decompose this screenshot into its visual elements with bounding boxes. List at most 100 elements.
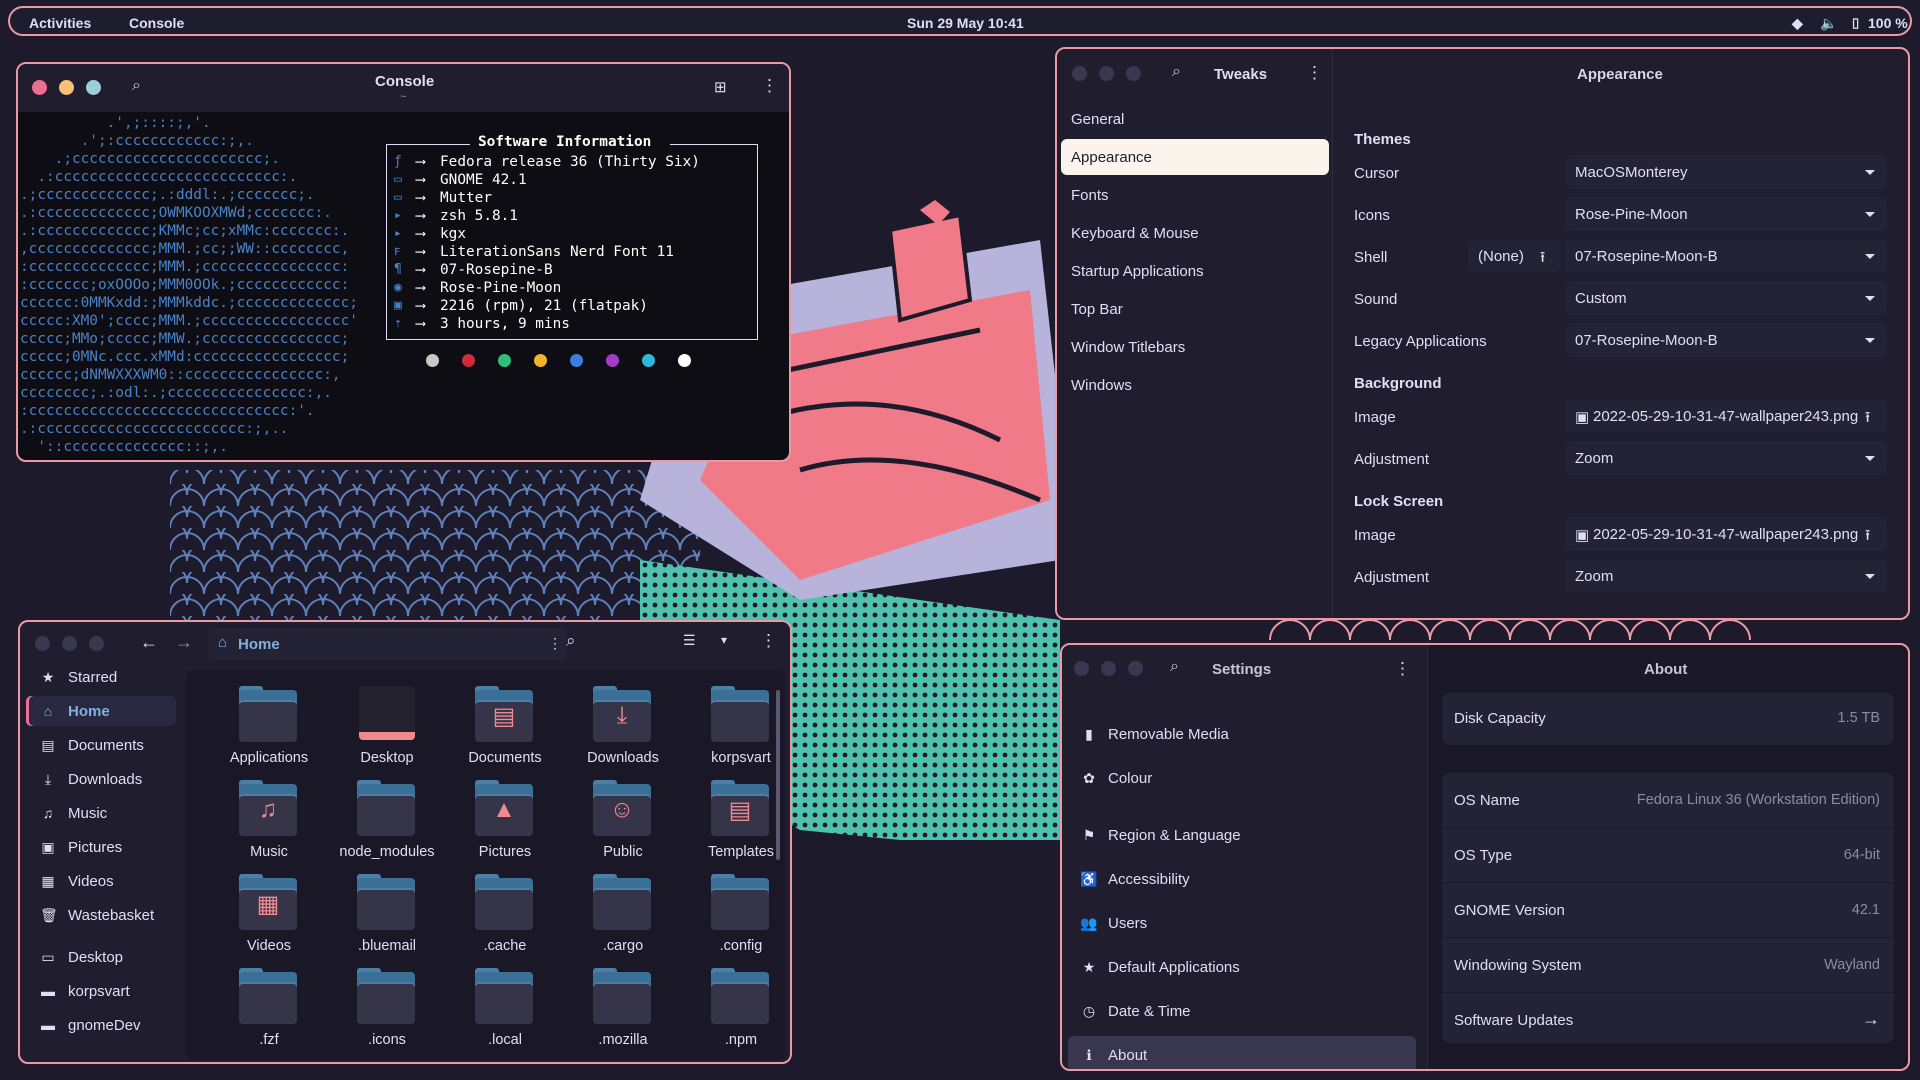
location-bar[interactable]: ⌂ Home ⋮ bbox=[208, 628, 566, 660]
tweaks-nav-fonts[interactable]: Fonts bbox=[1061, 177, 1329, 213]
file-item[interactable]: ▤ Templates bbox=[682, 776, 790, 866]
close-button[interactable] bbox=[32, 80, 47, 95]
file-item[interactable]: .mozilla bbox=[564, 964, 674, 1054]
file-item[interactable]: ⤓ Downloads bbox=[564, 682, 674, 772]
files-sidebar-music[interactable]: ♫ Music bbox=[26, 798, 176, 828]
bg-adjustment-dropdown[interactable]: Zoom bbox=[1565, 441, 1887, 475]
sound-dropdown[interactable]: Custom bbox=[1565, 281, 1887, 315]
folder-front bbox=[475, 888, 533, 930]
cursor-dropdown[interactable]: MacOSMonterey bbox=[1565, 155, 1887, 189]
clock[interactable]: Sun 29 May 10:41 bbox=[907, 15, 1024, 31]
location-menu-icon[interactable]: ⋮ bbox=[548, 635, 562, 652]
close-button[interactable] bbox=[1072, 66, 1087, 81]
app-menu[interactable]: Console bbox=[129, 15, 184, 31]
disk-label: Disk Capacity bbox=[1454, 710, 1546, 727]
tweaks-nav-startup-applications[interactable]: Startup Applications bbox=[1061, 253, 1329, 289]
lock-adjustment-dropdown[interactable]: Zoom bbox=[1565, 559, 1887, 593]
lock-image-label: Image bbox=[1354, 527, 1396, 544]
file-item[interactable]: .bluemail bbox=[328, 870, 438, 960]
file-item[interactable]: ▲ Pictures bbox=[446, 776, 556, 866]
settings-nav-colour[interactable]: ✿ Colour bbox=[1068, 759, 1416, 799]
file-item[interactable]: .config bbox=[682, 870, 790, 960]
files-sidebar-pictures[interactable]: ▣ Pictures bbox=[26, 832, 176, 862]
maximize-button[interactable] bbox=[89, 636, 104, 651]
file-item[interactable]: .local bbox=[446, 964, 556, 1054]
file-item[interactable]: ☺ Public bbox=[564, 776, 674, 866]
shell-none-button[interactable]: (None) ⭱ bbox=[1468, 239, 1560, 273]
tweaks-nav-windows[interactable]: Windows bbox=[1061, 367, 1329, 403]
new-tab-icon[interactable]: ⊞ bbox=[714, 78, 727, 96]
settings-nav-users[interactable]: 👥 Users bbox=[1068, 904, 1416, 944]
close-button[interactable] bbox=[35, 636, 50, 651]
minimize-button[interactable] bbox=[62, 636, 77, 651]
search-icon[interactable]: ⌕ bbox=[1172, 63, 1181, 81]
settings-nav-region-language[interactable]: ⚑ Region & Language bbox=[1068, 816, 1416, 856]
arrow-icon: ⟶ bbox=[416, 280, 425, 296]
file-item[interactable]: .fzf bbox=[210, 964, 320, 1054]
settings-nav-about[interactable]: ℹ About bbox=[1068, 1036, 1416, 1069]
minimize-button[interactable] bbox=[1101, 661, 1116, 676]
maximize-button[interactable] bbox=[1126, 66, 1141, 81]
bg-image-chooser[interactable]: ▣ 2022-05-29-10-31-47-wallpaper243.png ⭱ bbox=[1565, 399, 1887, 433]
legacy-dropdown[interactable]: 07-Rosepine-Moon-B bbox=[1565, 323, 1887, 357]
tweaks-nav-top-bar[interactable]: Top Bar bbox=[1061, 291, 1329, 327]
file-item[interactable]: Desktop bbox=[328, 682, 438, 772]
search-icon[interactable]: ⌕ bbox=[1170, 658, 1179, 676]
settings-nav-date-time[interactable]: ◷ Date & Time bbox=[1068, 992, 1416, 1032]
files-sidebar-korpsvart[interactable]: ▬ korpsvart bbox=[26, 976, 176, 1006]
icons-dropdown[interactable]: Rose-Pine-Moon bbox=[1565, 197, 1887, 231]
menu-icon[interactable]: ⋮ bbox=[1394, 659, 1411, 679]
file-item[interactable]: .cargo bbox=[564, 870, 674, 960]
search-icon[interactable]: ⌕ bbox=[566, 631, 576, 651]
file-item[interactable]: korpsvart bbox=[682, 682, 790, 772]
lock-image-chooser[interactable]: ▣ 2022-05-29-10-31-47-wallpaper243.png ⭱ bbox=[1565, 517, 1887, 551]
menu-icon[interactable]: ⋮ bbox=[760, 631, 777, 651]
files-sidebar-home[interactable]: ⌂ Home bbox=[26, 696, 176, 726]
files-sidebar-desktop[interactable]: ▭ Desktop bbox=[26, 942, 176, 972]
settings-nav-accessibility[interactable]: ♿ Accessibility bbox=[1068, 860, 1416, 900]
tweaks-nav-keyboard-mouse[interactable]: Keyboard & Mouse bbox=[1061, 215, 1329, 251]
back-icon[interactable]: ← bbox=[140, 632, 158, 653]
disk-value: 1.5 TB bbox=[1837, 710, 1880, 726]
files-sidebar-starred[interactable]: ★ Starred bbox=[26, 662, 176, 692]
close-button[interactable] bbox=[1074, 661, 1089, 676]
tweaks-nav-appearance[interactable]: Appearance bbox=[1061, 139, 1329, 175]
arrow-icon: ⟶ bbox=[416, 262, 425, 278]
menu-icon[interactable]: ⋮ bbox=[761, 76, 778, 96]
files-sidebar-documents[interactable]: ▤ Documents bbox=[26, 730, 176, 760]
battery-icon[interactable]: ▯ bbox=[1852, 15, 1859, 31]
view-list-icon[interactable]: ☰ bbox=[683, 632, 696, 649]
minimize-button[interactable] bbox=[1099, 66, 1114, 81]
image-icon: ▣ bbox=[1575, 527, 1590, 544]
view-options-icon[interactable]: ▾ bbox=[721, 633, 727, 647]
file-item[interactable]: Applications bbox=[210, 682, 320, 772]
maximize-button[interactable] bbox=[1128, 661, 1143, 676]
file-item[interactable]: .cache bbox=[446, 870, 556, 960]
file-item[interactable]: ♫ Music bbox=[210, 776, 320, 866]
forward-icon[interactable]: → bbox=[175, 632, 193, 653]
shell-dropdown[interactable]: 07-Rosepine-Moon-B bbox=[1565, 239, 1887, 273]
search-icon[interactable]: ⌕ bbox=[132, 77, 141, 95]
tweaks-nav-window-titlebars[interactable]: Window Titlebars bbox=[1061, 329, 1329, 365]
wifi-icon[interactable]: ◆ bbox=[1792, 15, 1803, 32]
sound-label: Sound bbox=[1354, 291, 1398, 308]
about-row[interactable]: Software Updates → bbox=[1442, 993, 1894, 1048]
settings-nav-removable-media[interactable]: ▮ Removable Media bbox=[1068, 715, 1416, 755]
volume-icon[interactable]: 🔈 bbox=[1820, 15, 1837, 32]
file-item[interactable]: .npm bbox=[682, 964, 790, 1054]
file-item[interactable]: .icons bbox=[328, 964, 438, 1054]
files-sidebar-gnomedev[interactable]: ▬ gnomeDev bbox=[26, 1010, 176, 1040]
file-item[interactable]: ▦ Videos bbox=[210, 870, 320, 960]
files-sidebar-videos[interactable]: ▦ Videos bbox=[26, 866, 176, 896]
activities-button[interactable]: Activities bbox=[29, 15, 91, 31]
file-item[interactable]: node_modules bbox=[328, 776, 438, 866]
minimize-button[interactable] bbox=[59, 80, 74, 95]
files-sidebar-downloads[interactable]: ⤓ Downloads bbox=[26, 764, 176, 794]
files-sidebar-wastebasket[interactable]: 🗑 Wastebasket bbox=[26, 900, 176, 930]
settings-nav-default-applications[interactable]: ★ Default Applications bbox=[1068, 948, 1416, 988]
document-icon: ▤ bbox=[41, 737, 55, 753]
menu-icon[interactable]: ⋮ bbox=[1306, 63, 1323, 83]
maximize-button[interactable] bbox=[86, 80, 101, 95]
tweaks-nav-general[interactable]: General bbox=[1061, 101, 1329, 137]
file-item[interactable]: ▤ Documents bbox=[446, 682, 556, 772]
